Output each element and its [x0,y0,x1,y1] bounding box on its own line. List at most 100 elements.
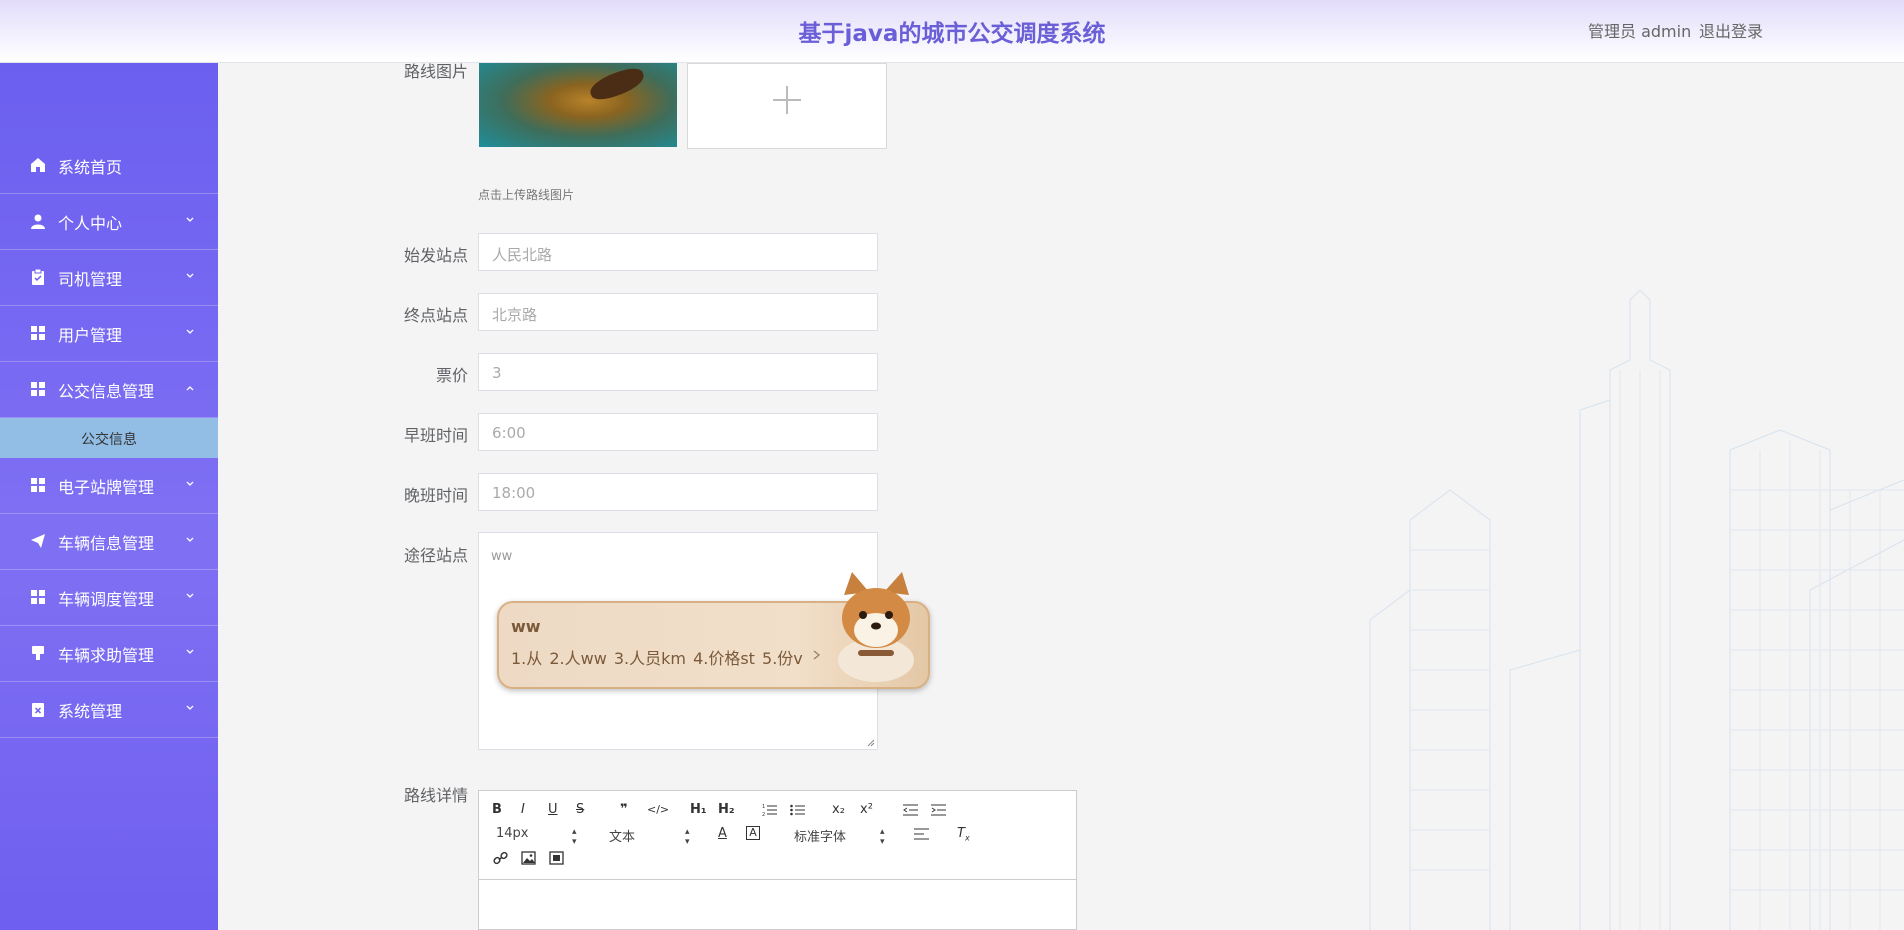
chevron-down-icon [186,481,194,486]
price-input[interactable]: 3 [478,353,878,391]
sidebar-item-label: 系统管理 [58,702,123,721]
sidebar-subitem-label: 公交信息 [81,432,137,448]
paragraph-select[interactable]: 文本 ▴ ▾ [609,826,695,847]
end-station-input[interactable]: 北京路 [478,293,878,331]
superscript-icon[interactable]: x² [860,802,873,818]
select-arrows-icon: ▴ ▾ [685,827,690,847]
via-stations-value: ww [491,549,513,564]
chevron-down-icon [186,273,194,278]
image-icon[interactable] [521,851,536,865]
bullet-list-icon[interactable] [790,803,805,817]
heading-2-icon[interactable]: H₂ [718,802,735,818]
end-station-label: 终点站点 [403,306,468,325]
clipboard-x-icon [32,703,44,717]
sidebar-item-vehicle-info-management[interactable]: 车辆信息管理 [0,514,218,570]
indent-icon[interactable] [931,803,946,817]
sidebar-item-label: 车辆信息管理 [58,534,155,553]
video-icon[interactable] [549,851,564,865]
bold-icon[interactable]: B [492,802,502,818]
start-station-value: 人民北路 [492,246,553,264]
chevron-down-icon [186,593,194,598]
chevron-down-icon [186,537,194,542]
chevron-down-icon [186,217,194,222]
sidebar-subitem-bus-info[interactable]: 公交信息 [0,418,218,458]
sidebar-item-label: 个人中心 [58,214,123,233]
font-size-select[interactable]: 14px ▴ ▾ [496,826,582,847]
sidebar: 系统首页 个人中心 司机管理 用户管理 公交信息管理 公交信息 电子站牌管理 车… [0,63,218,930]
align-icon[interactable] [914,827,929,841]
clear-format-icon[interactable]: Tx [957,826,970,843]
shiba-dog-illustration [838,572,914,682]
top-header: 基于java的城市公交调度系统 管理员 admin 退出登录 [0,0,1904,63]
grid-icon [31,590,45,604]
ime-composition-text: ww [511,617,541,636]
underline-icon[interactable]: U [548,802,558,818]
ime-candidate-list[interactable]: 1.从 2.人ww 3.人员km 4.价格st 5.份v [511,645,803,669]
heading-1-icon[interactable]: H₁ [690,802,707,818]
outdent-icon[interactable] [903,803,918,817]
price-label: 票价 [435,366,468,385]
font-family-value: 标准字体 [794,830,847,845]
logout-link[interactable]: 退出登录 [1699,18,1763,42]
blockquote-icon[interactable]: ❞ [620,802,628,818]
chevron-down-icon [186,329,194,334]
font-color-icon[interactable]: A [718,826,727,842]
code-block-icon[interactable]: </> [647,802,669,818]
sidebar-item-label: 车辆调度管理 [58,590,155,609]
select-arrows-icon: ▴ ▾ [572,827,577,847]
boat-shape [586,64,648,104]
route-image-thumbnail[interactable] [479,63,677,147]
sidebar-item-label: 车辆求助管理 [58,646,155,665]
price-value: 3 [492,364,502,382]
sidebar-item-label: 司机管理 [58,270,123,289]
chevron-up-icon [186,386,194,391]
sidebar-item-driver-management[interactable]: 司机管理 [0,250,218,306]
select-arrows-icon: ▴ ▾ [880,827,885,847]
sidebar-item-label: 公交信息管理 [58,382,155,401]
resize-handle-icon[interactable] [867,739,875,747]
chevron-down-icon [186,649,194,654]
evening-shift-input[interactable]: 18:00 [478,473,878,511]
morning-shift-input[interactable]: 6:00 [478,413,878,451]
sidebar-menu: 系统首页 个人中心 司机管理 用户管理 公交信息管理 公交信息 电子站牌管理 车… [0,138,218,738]
start-station-input[interactable]: 人民北路 [478,233,878,271]
editor-toolbar: B I U S ❞ </> H₁ H₂ 12 x₂ x² 14px ▴ ▾ 文本 … [479,791,1076,880]
city-background-illustration [1369,290,1904,930]
sidebar-item-home[interactable]: 系统首页 [0,138,218,194]
evening-shift-value: 18:00 [492,484,536,502]
start-station-label: 始发站点 [403,246,468,265]
grid-icon [31,326,45,340]
morning-shift-label: 早班时间 [403,426,468,445]
link-icon[interactable] [493,851,508,865]
sidebar-item-bus-info-management[interactable]: 公交信息管理 [0,362,218,418]
next-page-icon[interactable] [812,650,822,660]
strike-icon[interactable]: S [576,802,584,818]
ordered-list-icon[interactable]: 12 [762,803,777,817]
home-icon [31,158,45,172]
font-family-select[interactable]: 标准字体 ▴ ▾ [794,826,890,847]
sidebar-item-system-management[interactable]: 系统管理 [0,682,218,738]
brush-icon [32,646,44,660]
user-icon [31,214,45,229]
evening-shift-label: 晚班时间 [403,486,468,505]
image-upload-button[interactable] [687,63,887,149]
subscript-icon[interactable]: x₂ [832,802,845,818]
svg-text:2: 2 [762,812,765,817]
via-stations-label: 途径站点 [403,546,468,565]
italic-icon[interactable]: I [521,802,525,818]
clipboard-icon [32,269,44,285]
route-detail-label: 路线详情 [403,786,468,805]
background-color-icon[interactable]: A [746,826,760,840]
sidebar-item-e-stop-sign-management[interactable]: 电子站牌管理 [0,458,218,514]
sidebar-item-user-management[interactable]: 用户管理 [0,306,218,362]
font-size-value: 14px [496,826,529,841]
rich-text-editor[interactable]: B I U S ❞ </> H₁ H₂ 12 x₂ x² 14px ▴ ▾ 文本 … [478,790,1077,930]
current-user: 管理员 admin [1588,22,1692,41]
upload-hint: 点击上传路线图片 [478,188,575,202]
sidebar-item-label: 系统首页 [58,158,123,177]
sidebar-item-vehicle-help-management[interactable]: 车辆求助管理 [0,626,218,682]
sidebar-item-vehicle-dispatch-management[interactable]: 车辆调度管理 [0,570,218,626]
sidebar-item-label: 用户管理 [58,326,123,345]
sidebar-item-personal-center[interactable]: 个人中心 [0,194,218,250]
send-icon [31,534,45,548]
